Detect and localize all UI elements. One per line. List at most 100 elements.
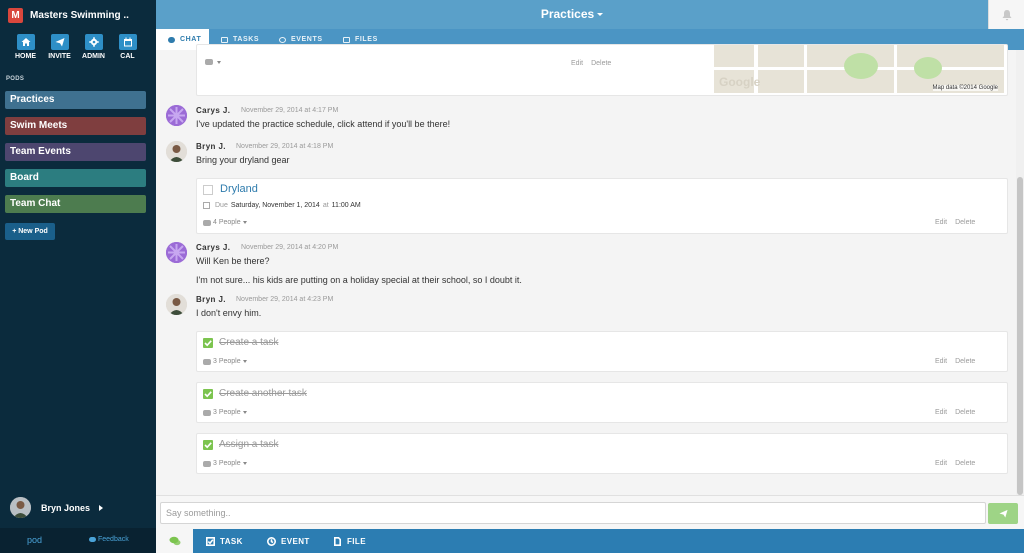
pod-team-chat[interactable]: Team Chat bbox=[5, 195, 146, 213]
gear-icon bbox=[84, 34, 103, 50]
event-map[interactable]: Google Map data ©2014 Google bbox=[714, 45, 1004, 93]
event-card: Edit Delete Google Map data ©2014 Google bbox=[196, 44, 1008, 96]
composer bbox=[156, 495, 1024, 529]
add-event-button[interactable]: EVENT bbox=[267, 529, 310, 553]
task-card: Create another task 3 People Edit Delete bbox=[196, 382, 1008, 423]
avatar[interactable] bbox=[166, 105, 187, 126]
attendees-dropdown[interactable] bbox=[205, 59, 221, 65]
due-date: Saturday, November 1, 2014 bbox=[230, 202, 320, 209]
people-count: 3 People bbox=[213, 358, 241, 365]
checked-checkbox-icon[interactable] bbox=[203, 440, 213, 450]
pod-practices[interactable]: Practices bbox=[5, 91, 146, 109]
assignees-dropdown[interactable]: 3 People bbox=[203, 358, 247, 365]
tab-files-label: FILES bbox=[355, 36, 378, 43]
pods-heading: PODS bbox=[6, 76, 25, 82]
feedback-label: Feedback bbox=[98, 536, 129, 543]
task-card: Create a task 3 People Edit Delete bbox=[196, 331, 1008, 372]
user-menu[interactable]: Bryn Jones bbox=[10, 497, 104, 518]
avatar[interactable] bbox=[166, 141, 187, 162]
nav-calendar[interactable]: CAL bbox=[116, 34, 139, 60]
message-input[interactable] bbox=[160, 502, 986, 524]
chat-mode-button[interactable] bbox=[156, 529, 193, 553]
checkbox-icon bbox=[206, 536, 215, 546]
message-timestamp: November 29, 2014 at 4:23 PM bbox=[236, 296, 334, 303]
assignees-dropdown[interactable]: 4 People bbox=[203, 219, 247, 226]
message-feed[interactable]: Edit Delete Google Map data ©2014 Google… bbox=[156, 44, 1016, 495]
map-attribution: Map data ©2014 Google bbox=[932, 85, 998, 91]
send-button[interactable] bbox=[988, 503, 1018, 524]
calendar-icon bbox=[203, 202, 210, 209]
chevron-down-icon bbox=[242, 462, 247, 465]
edit-button[interactable]: Edit bbox=[935, 358, 947, 365]
edit-button[interactable]: Edit bbox=[935, 460, 947, 467]
pod-swim-meets[interactable]: Swim Meets bbox=[5, 117, 146, 135]
bell-icon bbox=[1002, 9, 1011, 20]
card-actions: Edit Delete bbox=[935, 409, 975, 416]
checked-checkbox-icon[interactable] bbox=[203, 338, 213, 348]
delete-button[interactable]: Delete bbox=[955, 219, 975, 226]
add-task-button[interactable]: TASK bbox=[206, 529, 243, 553]
nav-home[interactable]: HOME bbox=[14, 34, 37, 60]
add-file-button[interactable]: FILE bbox=[333, 529, 366, 553]
task-title[interactable]: Create another task bbox=[219, 388, 307, 399]
pod-board[interactable]: Board bbox=[5, 169, 146, 187]
pod-title-dropdown[interactable]: Practices bbox=[156, 7, 988, 21]
message-author[interactable]: Bryn J. bbox=[196, 142, 226, 151]
checked-checkbox-icon[interactable] bbox=[203, 389, 213, 399]
message-timestamp: November 29, 2014 at 4:20 PM bbox=[241, 244, 339, 251]
card-actions: Edit Delete bbox=[935, 460, 975, 467]
edit-button[interactable]: Edit bbox=[935, 219, 947, 226]
nav-invite[interactable]: INVITE bbox=[48, 34, 71, 60]
new-pod-button[interactable]: + New Pod bbox=[5, 223, 55, 240]
message-author[interactable]: Bryn J. bbox=[196, 295, 226, 304]
scrollbar-thumb[interactable] bbox=[1017, 177, 1023, 495]
task-title[interactable]: Create a task bbox=[219, 337, 278, 348]
delete-button[interactable]: Delete bbox=[955, 409, 975, 416]
team-switcher[interactable]: M Masters Swimming .. bbox=[8, 6, 156, 24]
map-park bbox=[914, 57, 942, 79]
assignees-dropdown[interactable]: 3 People bbox=[203, 409, 247, 416]
tab-events-label: EVENTS bbox=[291, 36, 323, 43]
nav-invite-label: INVITE bbox=[48, 53, 71, 60]
assignees-dropdown[interactable]: 3 People bbox=[203, 460, 247, 467]
delete-button[interactable]: Delete bbox=[955, 460, 975, 467]
message-author[interactable]: Carys J. bbox=[196, 243, 230, 252]
chevron-down-icon bbox=[242, 221, 247, 224]
chevron-down-icon bbox=[242, 411, 247, 414]
chevron-down-icon bbox=[597, 13, 604, 17]
delete-button[interactable]: Delete bbox=[591, 60, 611, 67]
paper-plane-icon bbox=[998, 509, 1008, 518]
task-due: Due Saturday, November 1, 2014 at 11:00 … bbox=[203, 202, 361, 209]
nav-home-label: HOME bbox=[15, 53, 36, 60]
pod-header: Practices bbox=[156, 0, 988, 29]
avatar[interactable] bbox=[166, 294, 187, 315]
people-icon bbox=[203, 460, 211, 467]
message-text: I'm not sure... his kids are putting on … bbox=[196, 275, 522, 285]
task-checkbox[interactable] bbox=[203, 185, 213, 195]
brand-logo[interactable]: pod bbox=[27, 535, 42, 545]
notifications-button[interactable] bbox=[988, 0, 1024, 29]
message-text: I've updated the practice schedule, clic… bbox=[196, 119, 451, 129]
edit-button[interactable]: Edit bbox=[571, 60, 583, 67]
file-icon bbox=[334, 536, 341, 546]
task-title[interactable]: Assign a task bbox=[219, 439, 278, 450]
task-title[interactable]: Dryland bbox=[220, 183, 258, 195]
edit-button[interactable]: Edit bbox=[935, 409, 947, 416]
people-icon bbox=[205, 59, 213, 65]
chevron-right-icon bbox=[99, 504, 104, 511]
clock-icon bbox=[279, 36, 286, 43]
pod-team-events[interactable]: Team Events bbox=[5, 143, 146, 161]
chevron-down-icon bbox=[217, 60, 221, 64]
avatar[interactable] bbox=[166, 242, 187, 263]
people-icon bbox=[203, 219, 211, 226]
team-logo: M bbox=[8, 7, 23, 23]
map-watermark: Google bbox=[719, 75, 761, 89]
nav-admin[interactable]: ADMIN bbox=[82, 34, 105, 60]
feedback-link[interactable]: Feedback bbox=[89, 536, 129, 543]
delete-button[interactable]: Delete bbox=[955, 358, 975, 365]
due-label: Due bbox=[215, 202, 228, 209]
chat-bubbles-icon bbox=[169, 536, 180, 546]
people-count: 3 People bbox=[213, 409, 241, 416]
due-at: at bbox=[322, 202, 329, 209]
message-author[interactable]: Carys J. bbox=[196, 106, 230, 115]
